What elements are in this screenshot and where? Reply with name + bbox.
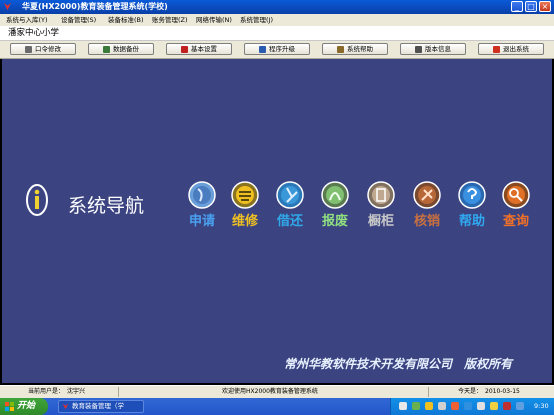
upgrade-button[interactable]: 程序升级 — [244, 43, 310, 55]
menu-item-system-admin[interactable]: 系统管理(J) — [240, 14, 273, 26]
clock: 9:30 — [534, 402, 549, 410]
window-title: 华夏(HX2000)教育装备管理系统(学校) — [22, 2, 168, 11]
taskbar-app-button[interactable]: 教育装备管理（学 — [58, 400, 144, 413]
current-user-text: 当前用户是： 沈宇兴 — [28, 388, 86, 395]
tray-icon[interactable] — [412, 402, 420, 410]
welcome-text: 欢迎使用HX2000教育装备管理系统 — [222, 388, 318, 395]
nav-writeoff-label: 核销 — [413, 214, 440, 229]
backup-button[interactable]: 数据备份 — [88, 43, 154, 55]
app-logo-icon — [62, 403, 69, 410]
tray-icon[interactable] — [425, 402, 433, 410]
navigation-title: 系统导航 — [68, 195, 145, 217]
search-icon — [502, 181, 530, 209]
toolbar: 口令修改 数据备份 基本设置 程序升级 系统帮助 版本信息 退出系统 — [0, 41, 554, 59]
exit-icon — [493, 45, 500, 53]
cabinet-icon — [367, 181, 395, 209]
system-tray: 9:30 — [390, 398, 554, 415]
help-button[interactable]: 系统帮助 — [322, 43, 388, 55]
nav-help-label: 帮助 — [458, 214, 485, 229]
maximize-button[interactable]: □ — [525, 1, 537, 12]
info-icon — [415, 45, 422, 53]
windows-logo-icon — [5, 402, 14, 411]
nav-borrow-return-button[interactable]: 借还 — [273, 180, 307, 240]
tray-icon[interactable] — [438, 402, 446, 410]
start-label: 开始 — [17, 401, 36, 411]
version-info-button[interactable]: 版本信息 — [400, 43, 466, 55]
nav-cabinet-label: 橱柜 — [367, 214, 394, 229]
title-bar: 华夏(HX2000)教育装备管理系统(学校) _ □ × — [0, 0, 554, 14]
upgrade-icon — [259, 45, 266, 53]
taskbar-app-label: 教育装备管理（学 — [72, 402, 124, 410]
minimize-button[interactable]: _ — [511, 1, 523, 12]
tray-icon[interactable] — [516, 402, 524, 410]
menu-item-system-inbound[interactable]: 系统与入库(Y) — [6, 14, 48, 26]
menu-item-accounts[interactable]: 账务管理(Z) — [152, 14, 188, 26]
nav-cabinet-button[interactable]: 橱柜 — [364, 180, 398, 240]
menu-item-standards[interactable]: 装备标准(B) — [108, 14, 144, 26]
nav-search-label: 查询 — [502, 214, 529, 229]
writeoff-icon — [413, 181, 441, 209]
taskbar: 开始 教育装备管理（学 9:30 — [0, 398, 554, 415]
exit-button[interactable]: 退出系统 — [478, 43, 544, 55]
help-icon — [337, 45, 344, 53]
copyright-text: 常州华教软件技术开发有限公司 版权所有 — [284, 357, 513, 371]
password-change-button[interactable]: 口令修改 — [10, 43, 76, 55]
nav-scrap-label: 报废 — [321, 214, 348, 229]
menu-item-network[interactable]: 网络传输(N) — [196, 14, 232, 26]
settings-icon — [181, 45, 188, 53]
nav-scrap-button[interactable]: 报废 — [318, 180, 352, 240]
status-divider — [428, 387, 429, 397]
close-button[interactable]: × — [539, 1, 551, 12]
start-button[interactable]: 开始 — [0, 398, 48, 415]
menu-item-equipment[interactable]: 设备管理(S) — [61, 14, 96, 26]
tray-icon[interactable] — [464, 402, 472, 410]
repair-icon — [231, 181, 259, 209]
tray-icon[interactable] — [490, 402, 498, 410]
app-logo-icon — [3, 2, 12, 11]
nav-search-button[interactable]: 查询 — [499, 180, 533, 240]
apply-icon — [188, 181, 216, 209]
tray-icon[interactable] — [503, 402, 511, 410]
basic-settings-button[interactable]: 基本设置 — [166, 43, 232, 55]
tray-icon[interactable] — [451, 402, 459, 410]
key-icon — [25, 45, 32, 53]
school-row: 潘家中心小学 — [0, 26, 554, 41]
nav-repair-button[interactable]: 维修 — [228, 180, 262, 240]
today-date-text: 今天是： 2010-03-15 — [458, 388, 520, 395]
nav-repair-label: 维修 — [231, 214, 258, 229]
backup-icon — [103, 45, 110, 53]
nav-apply-button[interactable]: 申请 — [185, 180, 219, 240]
tray-icon[interactable] — [477, 402, 485, 410]
scrap-icon — [321, 181, 349, 209]
help-icon — [458, 181, 486, 209]
info-icon — [26, 184, 48, 216]
nav-writeoff-button[interactable]: 核销 — [410, 180, 444, 240]
status-divider — [118, 387, 119, 397]
nav-help-button[interactable]: 帮助 — [455, 180, 489, 240]
nav-borrow-return-label: 借还 — [276, 214, 303, 229]
tray-icon[interactable] — [399, 402, 407, 410]
nav-apply-label: 申请 — [188, 214, 215, 229]
school-name: 潘家中心小学 — [8, 28, 60, 38]
status-bar: 当前用户是： 沈宇兴 欢迎使用HX2000教育装备管理系统 今天是： 2010-… — [0, 385, 554, 398]
borrow-return-icon — [276, 181, 304, 209]
